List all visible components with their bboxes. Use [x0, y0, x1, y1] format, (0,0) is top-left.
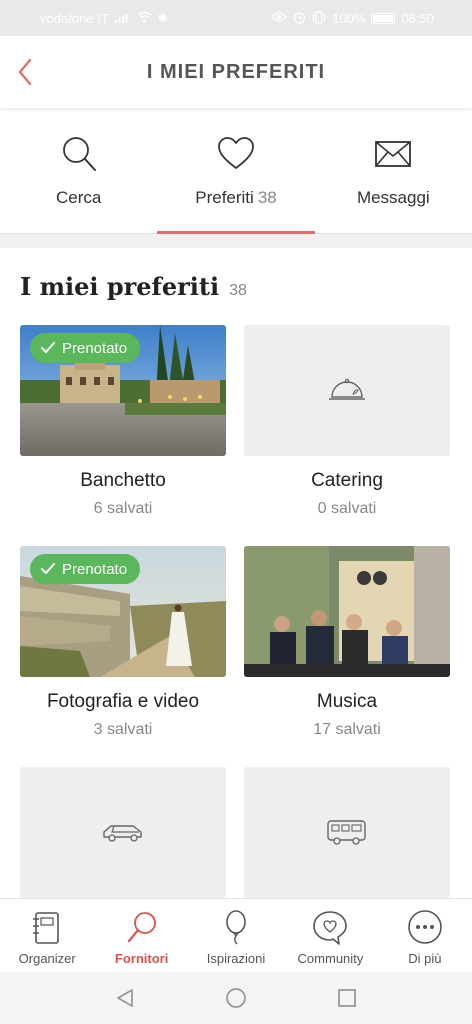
nav-label: Community [297, 951, 364, 966]
clock: 08:50 [401, 10, 434, 26]
section-header: I miei preferiti 38 [20, 272, 247, 301]
system-home-button[interactable] [221, 983, 251, 1013]
system-recents-button[interactable] [332, 983, 362, 1013]
nav-fornitori[interactable]: Fornitori [94, 899, 188, 972]
envelope-icon [375, 141, 412, 167]
notebook-icon [33, 912, 60, 944]
nav-community[interactable]: Community [283, 899, 377, 972]
booked-badge: Prenotato [30, 554, 141, 584]
category-grid: Prenotato Banchetto 6 salvati Catering 0… [20, 325, 452, 898]
category-card-fotografia[interactable]: Prenotato Fotografia e video 3 salvati [20, 546, 226, 767]
card-image [244, 546, 450, 677]
tab-count: 38 [257, 188, 277, 207]
card-image [244, 767, 450, 898]
card-saved-count: 17 salvati [313, 721, 381, 738]
top-app-bar: I MIEI PREFERITI [0, 36, 472, 108]
band-photo [244, 546, 450, 677]
nav-label: Organizer [18, 951, 76, 966]
nav-organizer[interactable]: Organizer [0, 899, 94, 972]
chevron-left-icon [18, 58, 32, 86]
category-card-banchetto[interactable]: Prenotato Banchetto 6 salvati [20, 325, 226, 546]
status-bar: vodafone IT ✱ 100% 08:50 [0, 0, 472, 36]
battery-percent: 100% [332, 10, 366, 26]
carrier-name: vodafone IT [40, 10, 109, 26]
category-card-musica[interactable]: Musica 17 salvati [244, 546, 450, 767]
card-image: Prenotato [20, 546, 226, 677]
wifi-icon [137, 11, 152, 25]
cloche-icon [329, 378, 365, 400]
car-icon [103, 824, 142, 842]
card-name: Fotografia e video [46, 691, 200, 712]
system-navigation-bar [0, 972, 472, 1024]
card-name: Catering [311, 470, 383, 491]
battery-icon [371, 12, 396, 24]
circle-home-icon [226, 988, 246, 1008]
chat-heart-icon [313, 911, 348, 945]
badge-label: Prenotato [62, 560, 128, 578]
card-saved-count: 6 salvati [93, 500, 153, 517]
section-count: 38 [229, 282, 247, 299]
vibrate-icon [312, 10, 326, 26]
nav-label: Di più [408, 951, 442, 966]
balloon-icon [226, 910, 246, 945]
favorites-content[interactable]: I miei preferiti 38 Prenotato Banchetto … [0, 248, 472, 898]
nav-label: Fornitori [114, 951, 169, 966]
category-card-catering[interactable]: Catering 0 salvati [244, 325, 450, 546]
magnifier-icon [127, 912, 156, 943]
card-name: Banchetto [80, 470, 166, 491]
card-name: Musica [316, 691, 378, 712]
tab-preferiti[interactable]: Preferiti 38 [157, 110, 315, 234]
data-saver-icon: ✱ [157, 11, 168, 25]
badge-label: Prenotato [62, 339, 128, 357]
square-recents-icon [337, 989, 356, 1007]
tab-bar: Cerca Preferiti 38 Messaggi [0, 110, 472, 234]
van-icon [327, 819, 366, 845]
card-image [20, 767, 226, 898]
nav-label: Ispirazioni [206, 951, 266, 966]
carrier: vodafone IT ✱ [40, 11, 168, 26]
card-image: Prenotato [20, 325, 226, 456]
tab-messaggi[interactable]: Messaggi [315, 110, 472, 233]
tab-cerca[interactable]: Cerca [0, 110, 157, 233]
category-card-car[interactable] [20, 767, 226, 898]
system-back-button[interactable] [110, 983, 140, 1013]
card-saved-count: 3 salvati [93, 721, 153, 738]
tab-label: Cerca [55, 188, 102, 207]
card-saved-count: 0 salvati [317, 500, 377, 517]
nav-di-piu[interactable]: Di più [378, 899, 472, 972]
checkmark-icon [41, 563, 55, 574]
section-title: I miei preferiti [20, 272, 220, 301]
heart-icon [218, 137, 254, 169]
back-button[interactable] [12, 54, 42, 90]
more-icon [408, 910, 442, 944]
signal-icon [114, 12, 131, 25]
section-divider [0, 234, 472, 248]
booked-badge: Prenotato [30, 333, 141, 363]
page-title: I MIEI PREFERITI [146, 60, 326, 83]
search-icon [62, 137, 96, 171]
tab-label: Preferiti [195, 188, 254, 207]
category-card-van[interactable] [244, 767, 450, 898]
alarm-icon [293, 11, 306, 26]
checkmark-icon [41, 342, 55, 353]
card-image [244, 325, 450, 456]
nav-ispirazioni[interactable]: Ispirazioni [189, 899, 283, 972]
tab-label: Messaggi [356, 188, 430, 207]
bottom-navigation: Organizer Fornitori Ispirazioni Communit… [0, 898, 472, 972]
triangle-back-icon [117, 989, 134, 1007]
eye-icon [271, 12, 288, 24]
